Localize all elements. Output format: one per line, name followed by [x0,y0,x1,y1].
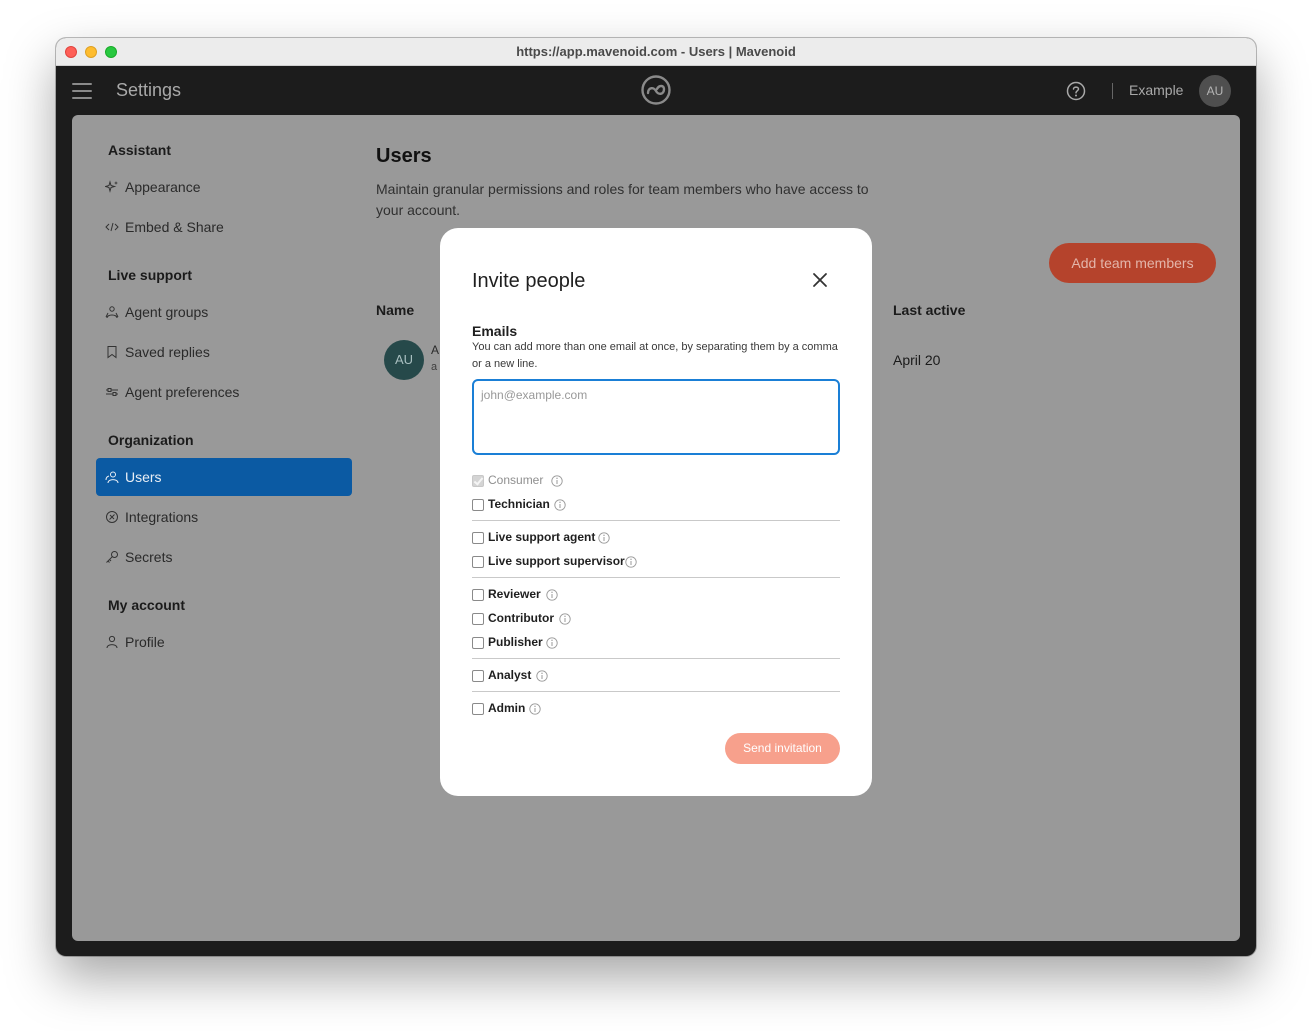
title-bar: https://app.mavenoid.com - Users | Maven… [56,38,1256,66]
analyst-checkbox[interactable] [472,670,484,682]
info-icon[interactable] [559,613,571,625]
sidebar-item-label: Appearance [125,179,201,195]
sidebar-item-embed-share[interactable]: Embed & Share [96,208,352,246]
live-support-supervisor-checkbox[interactable] [472,556,484,568]
live-support-agent-checkbox[interactable] [472,532,484,544]
sidebar-item-label: Profile [125,634,165,650]
sliders-icon [106,388,118,396]
app-title: Settings [116,80,182,100]
page-description: Maintain granular permissions and roles … [376,181,869,218]
admin-checkbox[interactable] [472,703,484,715]
role-label[interactable]: Live support agent [488,530,595,544]
sidebar-item-users[interactable]: Users [96,458,352,496]
user-avatar[interactable]: AU [1199,75,1231,107]
help-icon[interactable] [1066,81,1086,101]
sidebar-item-label: Embed & Share [125,219,224,235]
sidebar-item-appearance[interactable]: Appearance [96,168,352,206]
reviewer-checkbox[interactable] [472,589,484,601]
info-icon[interactable] [546,637,558,649]
consumer-checkbox [472,475,484,487]
sidebar-item-agent-groups[interactable]: Agent groups [96,293,352,331]
close-icon[interactable] [808,268,832,292]
user-name[interactable]: A [431,343,439,357]
sidebar-item-label: Users [125,469,162,485]
sparkle-icon [105,180,118,193]
role-label[interactable]: Live support supervisor [488,554,625,568]
role-group-divider [472,520,840,521]
technician-checkbox[interactable] [472,499,484,511]
role-label[interactable]: Publisher [488,635,543,649]
role-label: Consumer [488,473,544,487]
column-header-last-active[interactable]: Last active [893,302,965,318]
sidebar-item-label: Agent groups [125,304,209,320]
sidebar-item-profile[interactable]: Profile [96,623,352,661]
info-icon[interactable] [536,670,548,682]
sidebar-item-secrets[interactable]: Secrets [96,538,352,576]
organization-name[interactable]: Example [1129,82,1183,98]
mavenoid-logo-icon[interactable] [640,74,672,106]
dialog-title: Invite people [472,270,586,292]
user-email: a [431,361,438,373]
last-active-value: April 20 [893,352,941,368]
person-icon [106,635,118,649]
window-url-title: https://app.mavenoid.com - Users | Maven… [516,44,796,59]
header-divider [1112,83,1113,99]
info-icon[interactable] [529,703,541,715]
role-group-divider [472,691,840,692]
sidebar-section-my-account: My account [108,597,186,613]
column-header-name[interactable]: Name [376,302,414,318]
code-icon [105,222,119,232]
integrations-icon [106,511,118,523]
role-group-divider [472,658,840,659]
role-label[interactable]: Technician [488,497,550,511]
sidebar-section-organization: Organization [108,432,194,448]
info-icon[interactable] [625,556,637,568]
app-header: Settings Example AU [56,66,1256,115]
info-icon[interactable] [546,589,558,601]
sidebar-section-live-support: Live support [108,267,193,283]
sidebar-item-agent-preferences[interactable]: Agent preferences [96,373,352,411]
sidebar-section-assistant: Assistant [108,142,172,158]
emails-input[interactable] [472,379,840,455]
info-icon[interactable] [598,532,610,544]
sidebar-item-saved-replies[interactable]: Saved replies [96,333,352,371]
role-label[interactable]: Admin [488,701,525,715]
role-group-divider [472,577,840,578]
key-icon [106,551,118,563]
sidebar-item-label: Agent preferences [125,384,240,400]
group-icon [105,306,119,319]
users-icon [105,471,119,484]
sidebar-item-label: Integrations [125,509,199,525]
contributor-checkbox[interactable] [472,613,484,625]
avatar: AU [384,340,424,380]
role-label[interactable]: Reviewer [488,587,541,601]
sidebar-item-label: Secrets [125,549,173,565]
sidebar-item-label: Saved replies [125,344,210,360]
sidebar-item-integrations[interactable]: Integrations [96,498,352,536]
invite-people-dialog: Invite people Emails You can add more th… [440,228,872,796]
info-icon[interactable] [551,475,563,487]
info-icon[interactable] [554,499,566,511]
emails-help-text: You can add more than one email at once,… [472,341,838,370]
role-label[interactable]: Analyst [488,668,531,682]
role-label[interactable]: Contributor [488,611,554,625]
emails-label: Emails [472,323,518,339]
add-team-members-button[interactable]: Add team members [1049,243,1216,283]
page-title: Users [376,145,432,167]
bookmark-icon [107,346,117,359]
publisher-checkbox[interactable] [472,637,484,649]
send-invitation-button[interactable]: Send invitation [725,733,840,764]
menu-icon[interactable] [72,83,92,99]
